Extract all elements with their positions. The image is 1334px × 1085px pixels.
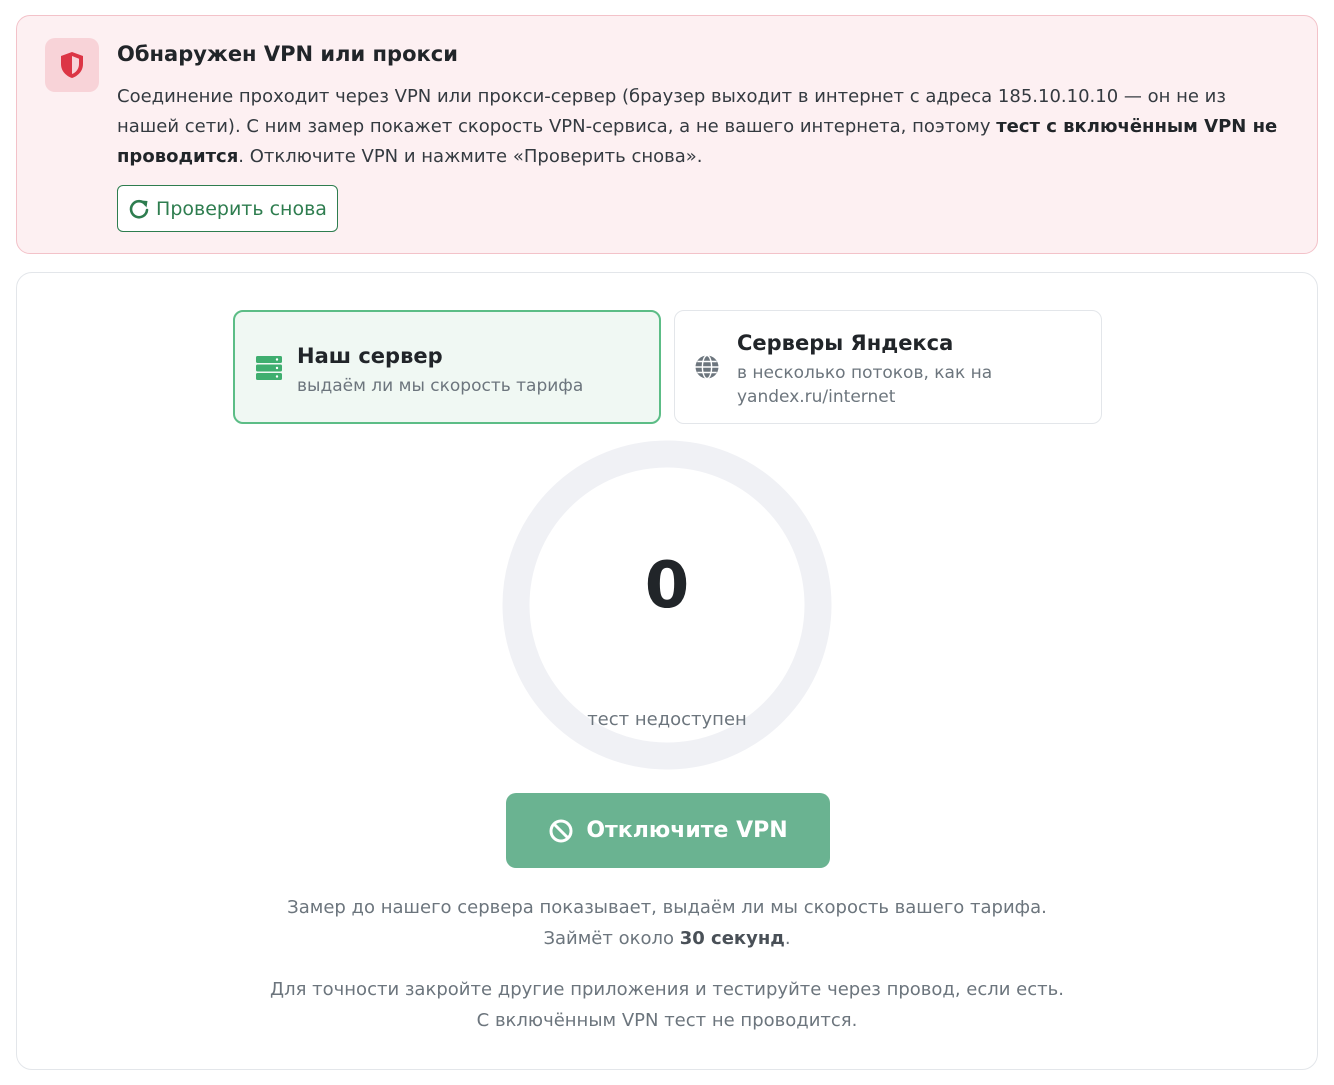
ban-icon xyxy=(549,819,573,842)
alert-title: Обнаружен VPN или прокси xyxy=(117,42,458,66)
retry-label: Проверить снова xyxy=(156,197,327,220)
start-button-label: Отключите VPN xyxy=(586,818,788,843)
info-text-part1: Замер до нашего сервера показывает, выда… xyxy=(287,897,1047,949)
server-icon-wrap xyxy=(253,352,285,384)
gauge-status: тест недоступен xyxy=(587,709,747,730)
info-text-part2: . xyxy=(784,928,791,949)
retry-button[interactable]: Проверить снова xyxy=(117,185,338,232)
mode-title: Наш сервер xyxy=(297,344,443,368)
alert-text: Соединение проходит через VPN или прокси… xyxy=(117,82,1287,172)
speedtest-card: Наш сервер выдаём ли мы скорость тарифа … xyxy=(16,272,1318,1070)
shield-icon xyxy=(61,52,83,78)
info-paragraph-tips: Для точности закройте другие приложения … xyxy=(270,979,1064,1031)
mode-title: Серверы Яндекса xyxy=(737,331,954,355)
alert-icon-box xyxy=(45,38,99,92)
alert-text-part2: . Отключите VPN и нажмите «Проверить сно… xyxy=(238,146,703,167)
mode-subtitle: в несколько потоков, как на yandex.ru/in… xyxy=(737,363,993,407)
mode-yandex-servers[interactable]: Серверы Яндекса в несколько потоков, как… xyxy=(674,310,1102,424)
start-test-button[interactable]: Отключите VPN xyxy=(506,793,830,868)
mode-our-server[interactable]: Наш сервер выдаём ли мы скорость тарифа xyxy=(233,310,661,424)
globe-icon-wrap xyxy=(691,351,723,383)
globe-icon xyxy=(695,354,719,380)
mode-subtitle: выдаём ли мы скорость тарифа xyxy=(297,376,584,396)
info-text-bold: 30 секунд xyxy=(679,928,785,949)
speed-gauge: 0 тест недоступен xyxy=(501,439,833,771)
vpn-alert: Обнаружен VPN или прокси Соединение прох… xyxy=(16,15,1318,254)
info-paragraph-duration: Замер до нашего сервера показывает, выда… xyxy=(267,892,1067,954)
refresh-icon xyxy=(129,199,149,219)
gauge-value: 0 xyxy=(644,549,690,623)
server-icon xyxy=(256,356,282,380)
